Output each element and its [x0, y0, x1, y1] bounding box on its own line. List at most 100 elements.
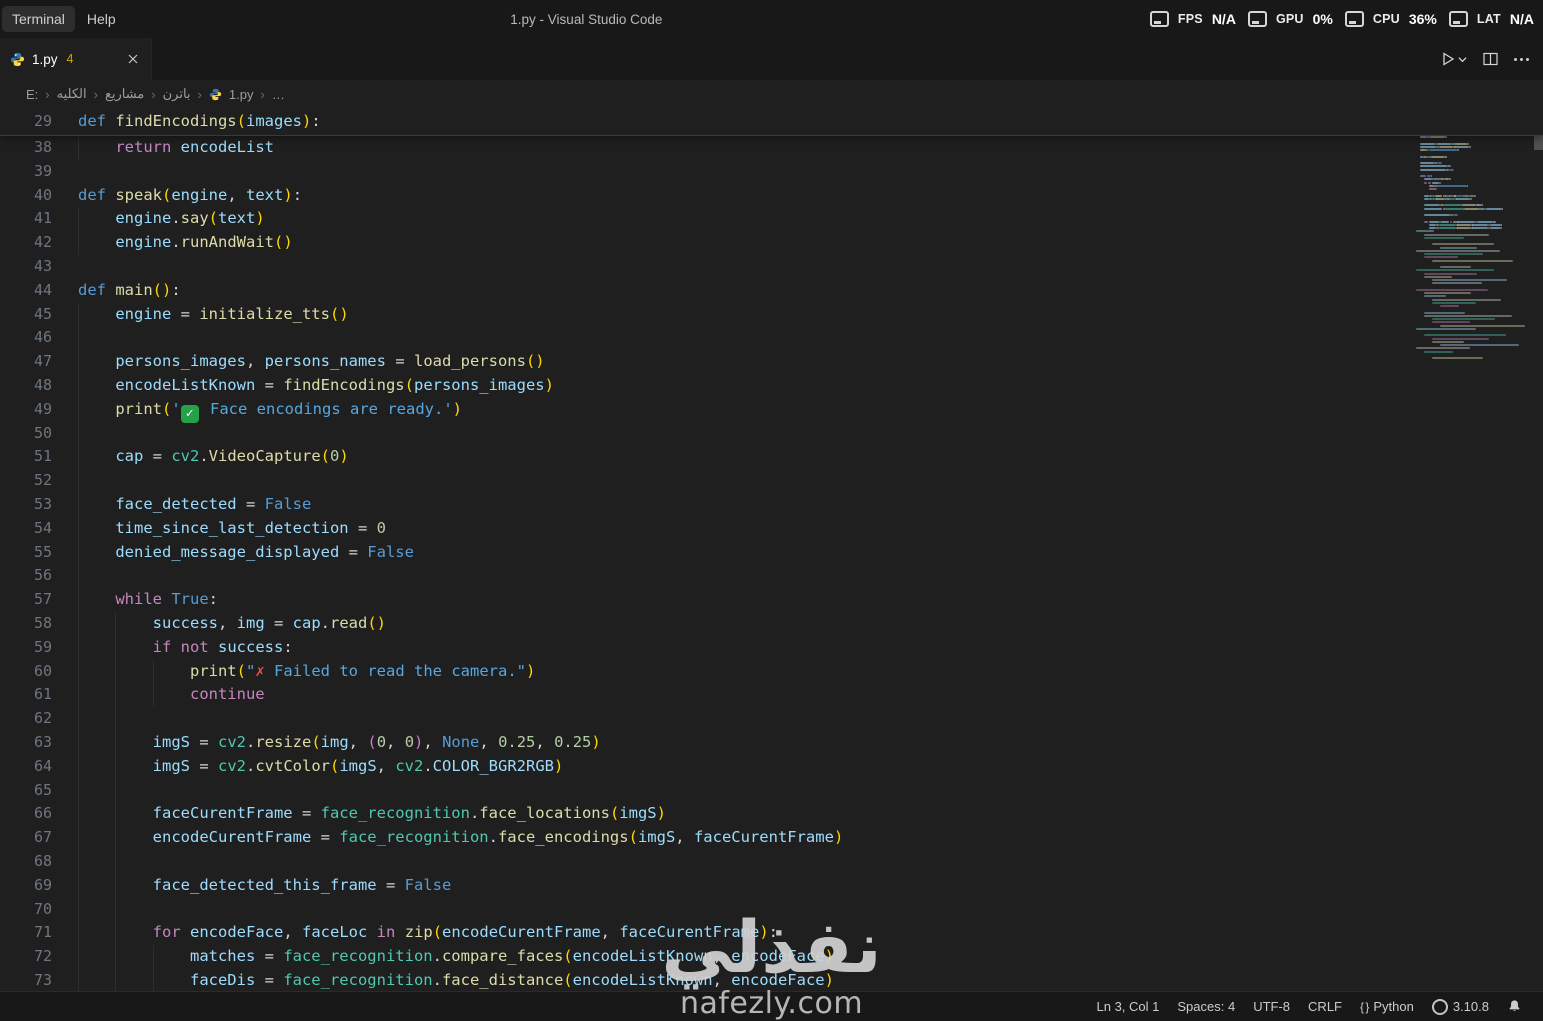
code-line[interactable]: 46 [0, 326, 1543, 351]
tab-close-icon[interactable] [125, 51, 141, 67]
code-line[interactable]: 67 encodeCurentFrame = face_recognition.… [0, 826, 1543, 850]
code-line[interactable]: 56 [0, 564, 1543, 589]
code-line[interactable]: 62 [0, 707, 1543, 731]
code-line[interactable]: 59 if not success: [0, 635, 1543, 660]
cursor-position[interactable]: Ln 3, Col 1 [1088, 999, 1169, 1014]
indent-guide [78, 326, 79, 351]
python-file-icon [209, 87, 222, 102]
indent-guide [78, 445, 79, 470]
sticky-line[interactable]: 29 def findEncodings(images): [0, 108, 1543, 136]
code-line[interactable]: 39 [0, 160, 1543, 184]
code-line[interactable]: 70 [0, 897, 1543, 922]
code-line[interactable]: 44 def main(): [0, 279, 1543, 303]
line-number: 65 [33, 780, 52, 799]
breadcrumb-item[interactable]: مشاريع [105, 86, 144, 102]
line-number: 52 [33, 471, 52, 490]
indent-guide [115, 707, 117, 731]
code-line[interactable]: 49 print(' ✓ Face encodings are ready.') [0, 397, 1543, 423]
code-text: encodeCurentFrame = face_recognition.fac… [78, 826, 843, 850]
code-line[interactable]: 69 face_detected_this_frame = False [0, 873, 1543, 898]
gpu-label: GPU [1275, 12, 1304, 26]
tab-bar: 1.py 4 [0, 38, 1543, 80]
code-line[interactable]: 51 cap = cv2.VideoCapture(0) [0, 445, 1543, 470]
code-text: while True: [78, 588, 218, 612]
eol-setting[interactable]: CRLF [1299, 999, 1351, 1014]
language-mode[interactable]: { } Python [1351, 999, 1423, 1014]
code-line[interactable]: 58 success, img = cap.read() [0, 611, 1543, 636]
code-line[interactable]: 42 engine.runAndWait() [0, 231, 1543, 255]
code-line[interactable]: 65 [0, 778, 1543, 803]
indent-guide [78, 231, 79, 255]
code-line[interactable]: 55 denied_message_displayed = False [0, 540, 1543, 565]
code-line[interactable]: 54 time_since_last_detection = 0 [0, 516, 1543, 541]
python-interpreter[interactable]: 3.10.8 [1423, 998, 1498, 1015]
code-line[interactable]: 45 engine = initialize_tts() [0, 302, 1543, 327]
breadcrumb-item[interactable]: 1.py [229, 87, 254, 102]
menu-terminal[interactable]: Terminal [2, 6, 75, 32]
indentation-setting[interactable]: Spaces: 4 [1168, 999, 1244, 1014]
python-interpreter-icon [1431, 998, 1448, 1015]
breadcrumb-item[interactable]: الكليه [57, 86, 87, 102]
code-line[interactable]: 66 faceCurentFrame = face_recognition.fa… [0, 802, 1543, 827]
line-number: 59 [33, 637, 52, 656]
code-text: continue [78, 683, 265, 708]
code-line[interactable]: 53 face_detected = False [0, 492, 1543, 517]
code-line[interactable]: 60 print("✗ Failed to read the camera.") [0, 659, 1543, 684]
line-number: 56 [33, 566, 52, 585]
run-python-file-button[interactable] [1440, 51, 1467, 67]
code-editor[interactable]: 29 def findEncodings(images): 38 return e… [0, 108, 1543, 992]
line-number: 49 [33, 399, 52, 418]
line-number: 43 [33, 256, 52, 275]
indent-guide [78, 421, 79, 446]
code-line[interactable]: 41 engine.say(text) [0, 207, 1543, 232]
code-line[interactable]: 72 matches = face_recognition.compare_fa… [0, 945, 1543, 969]
title-bar: Terminal Help 1.py - Visual Studio Code … [0, 0, 1543, 38]
indent-guide [78, 302, 79, 327]
code-text: success, img = cap.read() [78, 611, 386, 636]
line-number: 55 [33, 542, 52, 561]
menu-help[interactable]: Help [77, 6, 126, 32]
braces-icon: { } [1360, 999, 1369, 1014]
window-title: 1.py - Visual Studio Code [510, 11, 663, 27]
more-actions-icon[interactable] [1514, 57, 1529, 61]
code-line[interactable]: 63 imgS = cv2.resize(img, (0, 0), None, … [0, 730, 1543, 755]
indent-guide [115, 873, 117, 898]
fps-label: FPS [1177, 12, 1203, 26]
code-text: cap = cv2.VideoCapture(0) [78, 445, 349, 470]
minimap-line [1414, 357, 1532, 360]
line-number: 50 [33, 423, 52, 442]
gpu-icon [1247, 11, 1267, 27]
indent-guide [78, 754, 79, 779]
minimap[interactable] [1414, 110, 1532, 360]
indent-guide [115, 945, 117, 969]
chevron-right-icon: › [151, 86, 156, 102]
code-line[interactable]: 50 [0, 421, 1543, 446]
notifications-bell[interactable] [1498, 999, 1531, 1014]
code-line[interactable]: 64 imgS = cv2.cvtColor(imgS, cv2.COLOR_B… [0, 754, 1543, 779]
code-line[interactable]: 47 persons_images, persons_names = load_… [0, 350, 1543, 374]
line-number: 44 [33, 280, 52, 299]
code-line[interactable]: 38 return encodeList [0, 136, 1543, 160]
breadcrumb-item[interactable]: باترن [163, 86, 191, 102]
breadcrumb-item[interactable]: … [272, 87, 285, 102]
indent-guide [78, 469, 79, 493]
code-line[interactable]: 48 encodeListKnown = findEncodings(perso… [0, 373, 1543, 398]
code-line[interactable]: 43 [0, 255, 1543, 279]
code-line[interactable]: 61 continue [0, 683, 1543, 708]
code-line[interactable]: 73 faceDis = face_recognition.face_dista… [0, 968, 1543, 992]
breadcrumb-item[interactable]: E: [26, 87, 38, 102]
code-line[interactable]: 40 def speak(engine, text): [0, 184, 1543, 208]
tab-1py[interactable]: 1.py 4 [0, 38, 152, 80]
encoding-setting[interactable]: UTF-8 [1244, 999, 1299, 1014]
code-line[interactable]: 57 while True: [0, 588, 1543, 612]
indent-guide [78, 492, 79, 517]
code-text: persons_images, persons_names = load_per… [78, 350, 545, 374]
code-line[interactable]: 52 [0, 469, 1543, 493]
indent-guide [78, 659, 79, 684]
code-line[interactable]: 71 for encodeFace, faceLoc in zip(encode… [0, 921, 1543, 946]
code-line[interactable]: 68 [0, 849, 1543, 874]
split-editor-icon[interactable] [1483, 52, 1498, 66]
indent-guide [115, 968, 117, 992]
indent-guide [78, 873, 79, 898]
code-line[interactable]: 29 def findEncodings(images): [0, 110, 1543, 134]
